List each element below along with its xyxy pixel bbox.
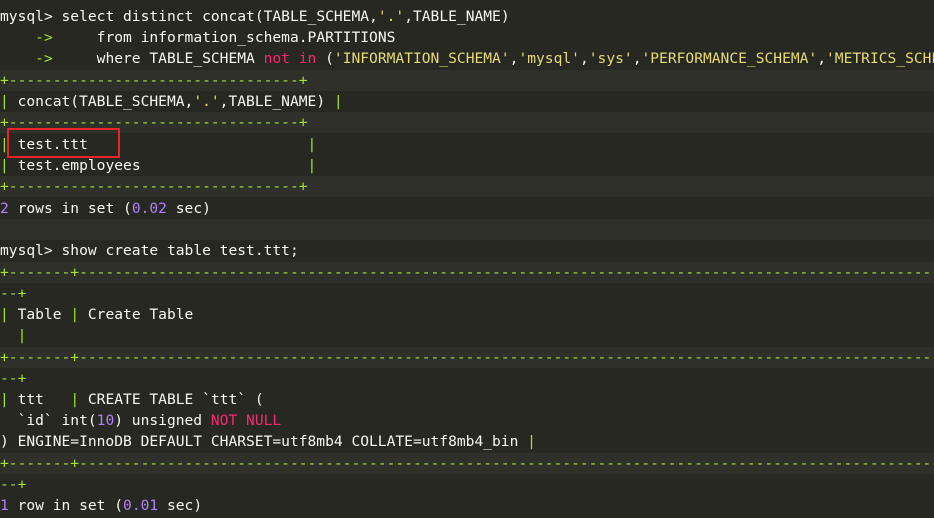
table2-border-mid: +-------+-------------------------------… [0,347,934,369]
table-row: | ttt | CREATE TABLE `ttt` ( [0,391,264,408]
table-cell-test-ttt: test.ttt [17,136,88,153]
sql-string: 'INFORMATION_SCHEMA' [333,50,510,67]
table2-header: | Table | Create Table [0,306,194,323]
query1-line2: -> from information_schema.PARTITIONS [0,27,934,48]
table-row: | test.employees | [0,157,317,174]
table2-border-top-wrap: --+ [0,285,27,302]
blank-line [0,219,934,241]
table1-border-mid: +---------------------------------+ [0,112,934,134]
sql-text: from information_schema.PARTITIONS [52,29,396,46]
sql-text: show create table test.ttt; [52,242,299,259]
table-row: | test.ttt | [0,136,317,153]
sql-text: where TABLE_SCHEMA [52,50,264,67]
table2-border-bottom: +-------+-------------------------------… [0,453,934,475]
table2-header-wrap: | [17,327,27,344]
create-table-line: CREATE TABLE `ttt` ( [79,391,264,408]
create-table-line: `id` int(10) unsigned NOT NULL [0,412,282,429]
column-header-create-table: Create Table [79,306,194,323]
table-cell-ttt: ttt [8,391,71,408]
sql-keyword: not in [263,50,317,67]
create-table-line: ) ENGINE=InnoDB DEFAULT CHARSET=utf8mb4 … [0,433,536,450]
sql-string: '.' [377,8,405,25]
result1-summary: 2 rows in set (0.02 sec) [0,200,211,217]
terminal-window[interactable]: mysql> select distinct concat(TABLE_SCHE… [0,0,934,518]
sql-string: 'sys' [588,50,633,67]
table1-header: | concat(TABLE_SCHEMA,'.',TABLE_NAME) | [0,93,343,110]
table2-border-top: +-------+-------------------------------… [0,262,934,284]
sql-string: 'METRICS_SCHEMA' [826,50,934,67]
result2-summary: 1 row in set (0.01 sec) [0,497,203,514]
table2-border-bottom-wrap: --+ [0,476,27,493]
mysql-prompt: mysql [0,242,44,259]
continuation-arrow: -> [35,29,53,46]
table1-border-bottom: +---------------------------------+ [0,176,934,198]
mysql-prompt: mysql [0,8,44,25]
query2-line: mysql> show create table test.ttt; [0,242,299,259]
column-header-table: Table [8,306,71,323]
sql-string: 'mysql' [518,50,580,67]
sql-string: 'PERFORMANCE_SCHEMA' [641,50,818,67]
column-header: concat(TABLE_SCHEMA, [8,93,194,110]
sql-text: ,TABLE_NAME) [404,8,510,25]
table2-border-mid-wrap: --+ [0,370,27,387]
query1-line3: -> where TABLE_SCHEMA not in ('INFORMATI… [0,48,934,69]
sql-text: select distinct concat(TABLE_SCHEMA, [52,8,378,25]
table-cell-test-employees: test.employees [17,157,141,174]
query1-line1: mysql> select distinct concat(TABLE_SCHE… [0,8,510,25]
table1-border-top: +---------------------------------+ [0,70,934,92]
continuation-arrow: -> [35,50,53,67]
